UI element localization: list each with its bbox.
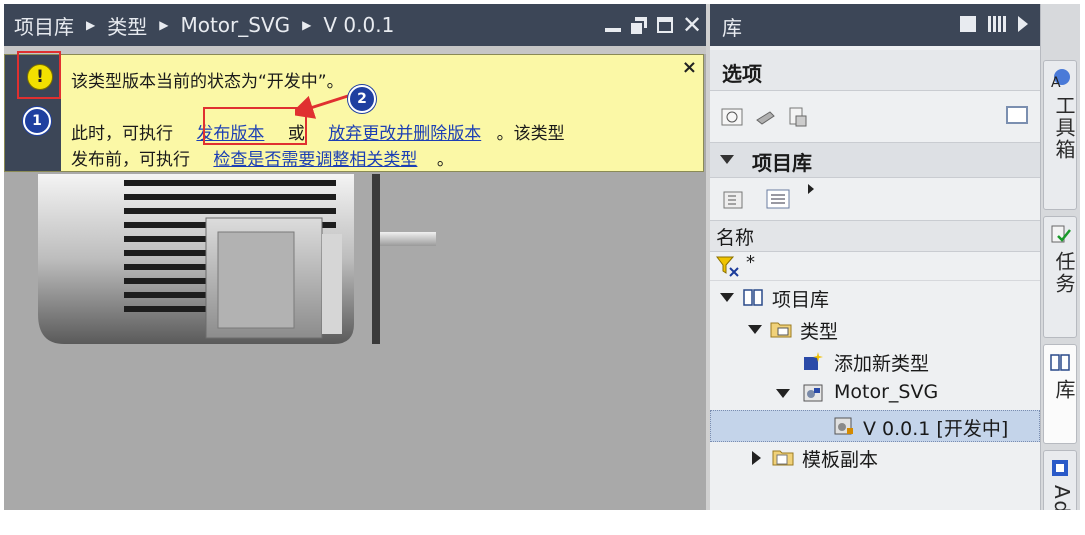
tab-toolbox[interactable]: A 工具箱: [1043, 60, 1077, 210]
name-column-header[interactable]: 名称: [710, 220, 1040, 252]
breadcrumb-item[interactable]: Motor_SVG: [180, 13, 290, 37]
editor-strip: [4, 46, 706, 54]
project-library-toolbar: [710, 178, 1040, 220]
type-icon: [803, 384, 823, 402]
toolbox-icon: A: [1051, 69, 1070, 89]
add-type-icon: [804, 352, 823, 370]
folder-icon: [772, 450, 794, 466]
tree-item-label: 添加新类型: [834, 353, 930, 375]
expand-arrow-icon[interactable]: [752, 451, 761, 465]
project-library-label: 项目库: [752, 151, 812, 175]
list-view-icon[interactable]: [766, 188, 790, 210]
breadcrumb-separator-icon: ▶: [302, 18, 312, 32]
book-icon: [743, 289, 763, 306]
float-panel-icon[interactable]: [960, 16, 976, 32]
collapse-arrow-icon[interactable]: [1018, 16, 1028, 32]
tree-item-label: V 0.0.1 [开发中]: [863, 418, 1009, 440]
editor-title-bar: 项目库 ▶ 类型 ▶ Motor_SVG ▶ V 0.0.1 ✕: [4, 4, 706, 46]
filter-clear-icon[interactable]: [716, 256, 742, 278]
torn-edge: [0, 510, 1085, 535]
status-infobar: ! 1 该类型版本当前的状态为“开发中”。 此时，可执行 发布版本 或 放弃更改…: [4, 51, 704, 172]
tree-item-motor-svg[interactable]: Motor_SVG: [710, 378, 1040, 410]
tree-item-label: 项目库: [772, 289, 830, 311]
tab-addins[interactable]: Ad: [1043, 450, 1077, 516]
tree-item-master-copies[interactable]: 模板副本: [710, 442, 1040, 474]
breadcrumb-separator-icon: ▶: [86, 18, 96, 32]
step-marker-1: 1: [23, 107, 51, 135]
expand-arrow-icon[interactable]: [776, 389, 790, 398]
type-editor: 项目库 ▶ 类型 ▶ Motor_SVG ▶ V 0.0.1 ✕ ! 1 该类型…: [4, 4, 706, 516]
pin-icon[interactable]: [754, 106, 778, 128]
options-header[interactable]: 选项: [710, 50, 1040, 91]
library-view-icon[interactable]: [720, 106, 744, 128]
libraries-icon: [1050, 354, 1070, 371]
layout-icon[interactable]: [988, 16, 1006, 32]
tab-toolbox-label: 工具箱: [1052, 95, 1076, 161]
infobar-text: 。该类型: [496, 124, 565, 144]
tree-item-project-library[interactable]: 项目库: [710, 282, 1040, 314]
library-title: 库: [722, 16, 742, 40]
filter-row[interactable]: *: [710, 252, 1040, 281]
version-icon: [834, 417, 853, 435]
options-toolbar: [710, 92, 1040, 140]
tab-tasks-label: 任务: [1052, 251, 1076, 295]
tree-item-label: Motor_SVG: [834, 381, 939, 403]
breadcrumb-item[interactable]: 类型: [107, 11, 147, 40]
library-panel: 库 选项 项目库 名称 * 项目库 类型 添加新类型 Motor_SVG V 0…: [710, 4, 1040, 516]
infobar-line-3: 发布前，可执行 检查是否需要调整相关类型 。: [71, 145, 454, 170]
discard-changes-link[interactable]: 放弃更改并删除版本: [328, 124, 481, 144]
window-controls: ✕: [604, 4, 702, 46]
expand-arrow-icon[interactable]: [748, 325, 762, 334]
library-title-bar: 库: [710, 4, 1040, 46]
infobar-text: 此时，可执行: [71, 124, 173, 144]
tasks-icon: [1051, 225, 1071, 243]
tree-item-version-selected[interactable]: V 0.0.1 [开发中]: [710, 410, 1040, 442]
addins-icon: [1052, 460, 1068, 476]
filter-value: *: [746, 252, 755, 273]
close-editor-icon[interactable]: ✕: [682, 13, 702, 37]
expand-arrow-icon[interactable]: [720, 293, 734, 302]
app-window: 项目库 ▶ 类型 ▶ Motor_SVG ▶ V 0.0.1 ✕ ! 1 该类型…: [4, 4, 1080, 516]
maximize-icon[interactable]: [656, 16, 674, 34]
tab-libraries-label: 库: [1052, 379, 1076, 401]
options-header-label: 选项: [722, 62, 762, 86]
tab-libraries[interactable]: 库: [1043, 344, 1077, 444]
library-settings-icon[interactable]: [786, 106, 810, 128]
breadcrumb-separator-icon: ▶: [159, 18, 169, 32]
infobar-text: 发布前，可执行: [71, 150, 190, 170]
tree-item-label: 模板副本: [802, 449, 879, 471]
breadcrumb-item[interactable]: 项目库: [14, 11, 74, 40]
check-related-types-link[interactable]: 检查是否需要调整相关类型: [213, 150, 417, 170]
infobar-text: 。: [436, 150, 454, 170]
side-tabs: A 工具箱 任务 库 Ad: [1040, 4, 1080, 516]
tree-item-add-new-type[interactable]: 添加新类型: [710, 346, 1040, 378]
svg-text:A: A: [1051, 75, 1061, 89]
tree-item-label: 类型: [800, 321, 839, 343]
more-arrow-icon[interactable]: [808, 184, 814, 194]
infobar-close-icon[interactable]: ×: [682, 57, 697, 78]
tab-tasks[interactable]: 任务: [1043, 216, 1077, 338]
chevron-down-icon[interactable]: [720, 155, 734, 164]
restore-icon[interactable]: [630, 16, 648, 34]
infobar-line-2: 此时，可执行 发布版本 或 放弃更改并删除版本 。该类型: [71, 119, 565, 144]
tree-item-types[interactable]: 类型: [710, 314, 1040, 346]
folder-types-icon: [770, 322, 792, 338]
step-marker-2: 2: [348, 85, 376, 113]
minimize-icon[interactable]: [604, 16, 622, 34]
element-view-icon[interactable]: [1006, 106, 1028, 124]
motor-graphic: [38, 174, 436, 344]
project-library-header[interactable]: 项目库: [710, 142, 1040, 178]
breadcrumb: 项目库 ▶ 类型 ▶ Motor_SVG ▶ V 0.0.1: [4, 11, 394, 40]
name-column-label: 名称: [716, 227, 755, 249]
highlight-box-warning: [17, 51, 61, 99]
breadcrumb-item[interactable]: V 0.0.1: [323, 13, 394, 37]
new-folder-icon[interactable]: [722, 188, 746, 210]
highlight-box-release: [203, 107, 307, 145]
